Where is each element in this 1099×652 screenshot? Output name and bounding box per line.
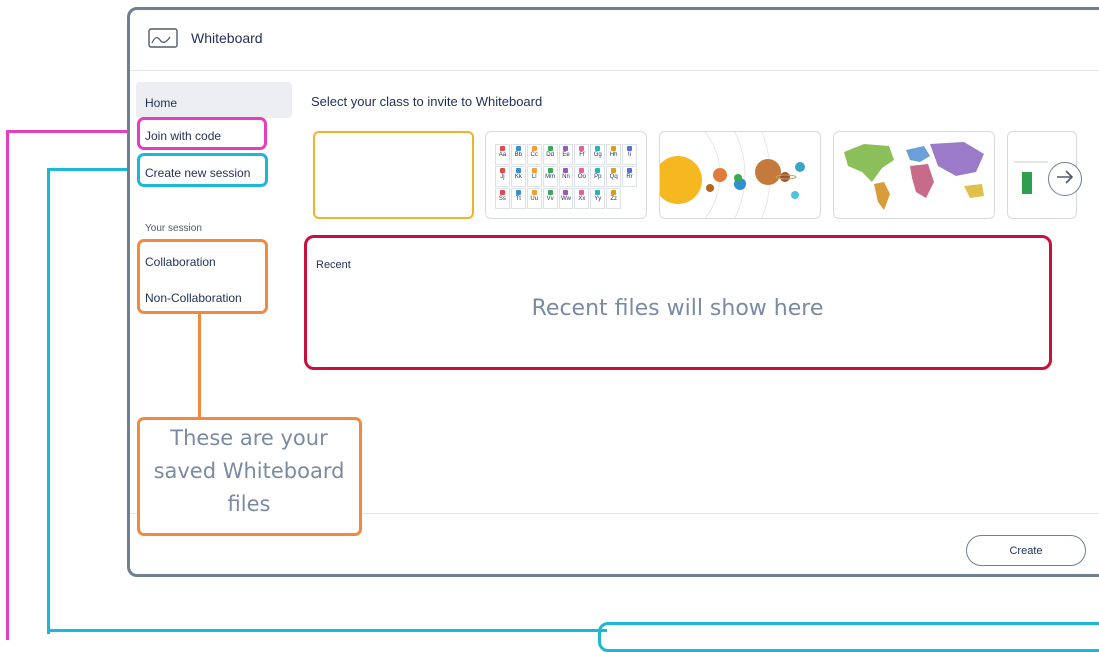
alphabet-letter: Kk (514, 174, 522, 180)
template-world-map[interactable] (833, 131, 995, 219)
alphabet-cell: Ii (622, 144, 637, 165)
create-button[interactable]: Create (966, 535, 1086, 566)
alphabet-cell: Dd (542, 144, 558, 165)
alphabet-cell: Yy (590, 188, 606, 209)
alphabet-cell: Uu (526, 188, 542, 209)
alphabet-letter: Ii (628, 152, 632, 158)
alphabet-cell: Cc (526, 144, 542, 165)
alphabet-cell: Hh (606, 144, 622, 165)
alphabet-cell: Aa (495, 144, 510, 165)
your-sessions-highlight (137, 239, 268, 314)
title-bar: Whiteboard (130, 10, 1099, 71)
whiteboard-icon (148, 28, 178, 53)
pink-connector-vertical (6, 130, 9, 640)
alphabet-grid: Aa Bb Cc Dd Ee Ff Gg Hh Ii Jj Kk Ll Mm Nn Oo Pp Qq Rr Ss Tt… (495, 144, 637, 209)
alphabet-letter: Dd (546, 152, 554, 158)
alphabet-letter: Xx (578, 196, 586, 202)
alphabet-letter: Cc (530, 152, 538, 158)
alphabet-cell: Rr (622, 166, 637, 187)
alphabet-cell: Ff (574, 144, 590, 165)
alphabet-cell: Jj (495, 166, 510, 187)
world-map-illustration (844, 142, 984, 210)
alphabet-letter: Ll (531, 174, 537, 180)
arrow-right-icon (1056, 169, 1074, 189)
app-title: Whiteboard (191, 30, 263, 46)
alphabet-letter: Tt (515, 196, 521, 202)
alphabet-letter: Jj (500, 174, 505, 180)
template-blank[interactable] (313, 131, 474, 219)
alphabet-cell: Zz (606, 188, 622, 209)
alphabet-cell: Xx (574, 188, 590, 209)
cyan-connector-horizontal-top (47, 168, 139, 171)
alphabet-cell: Ss (495, 188, 510, 209)
alphabet-letter: Aa (498, 152, 507, 158)
alphabet-letter: Hh (609, 152, 618, 158)
alphabet-letter: Vv (546, 196, 554, 202)
alphabet-letter: Zz (610, 196, 617, 202)
alphabet-cell: Ee (558, 144, 574, 165)
alphabet-cell: Kk (510, 166, 526, 187)
create-new-session-highlight (137, 153, 268, 187)
alphabet-letter: Mm (545, 174, 556, 180)
alphabet-letter: Bb (514, 152, 522, 158)
alphabet-letter: Nn (562, 174, 570, 180)
alphabet-cell: Ww (558, 188, 574, 209)
alphabet-cell: Bb (510, 144, 526, 165)
alphabet-cell: Nn (558, 166, 574, 187)
alphabet-letter: Yy (594, 196, 602, 202)
sidebar-item-home[interactable]: Home (145, 96, 177, 110)
orange-connector (198, 314, 201, 418)
alphabet-cell: Mm (542, 166, 558, 187)
your-session-label: Your session (145, 223, 202, 234)
cyan-connector-vertical (47, 168, 50, 634)
select-class-heading: Select your class to invite to Whiteboar… (311, 94, 543, 109)
alphabet-letter: Ee (562, 152, 570, 158)
next-templates-button[interactable] (1048, 162, 1082, 196)
alphabet-cell: Qq (606, 166, 622, 187)
alphabet-cell: Pp (590, 166, 606, 187)
recent-files-note: Recent files will show here (531, 296, 824, 321)
alphabet-letter: Gg (593, 152, 602, 158)
pink-connector-horizontal (6, 130, 138, 133)
solar-system-illustration (660, 132, 805, 218)
alphabet-cell: Gg (590, 144, 606, 165)
alphabet-letter: Ff (579, 152, 585, 158)
alphabet-letter: Rr (626, 174, 633, 180)
alphabet-letter: Qq (609, 174, 618, 180)
alphabet-letter: Ww (560, 196, 571, 202)
alphabet-letter: Ss (498, 196, 506, 202)
alphabet-cell: Ll (526, 166, 542, 187)
template-alphabet-chart[interactable]: Aa Bb Cc Dd Ee Ff Gg Hh Ii Jj Kk Ll Mm Nn Oo Pp Qq Rr Ss Tt… (485, 131, 647, 219)
join-with-code-highlight (137, 117, 267, 150)
saved-files-callout-text: These are your saved Whiteboard files (140, 422, 358, 521)
cyan-connector-horizontal-bottom (47, 629, 607, 632)
alphabet-letter: Oo (577, 174, 586, 180)
alphabet-cell: Oo (574, 166, 590, 187)
alphabet-cell: Vv (542, 188, 558, 209)
alphabet-letter: Uu (530, 196, 539, 202)
alphabet-cell: Tt (510, 188, 526, 209)
template-solar-system[interactable] (659, 131, 821, 219)
cyan-callout-box-edge (598, 622, 1099, 652)
alphabet-letter: Pp (594, 174, 602, 180)
